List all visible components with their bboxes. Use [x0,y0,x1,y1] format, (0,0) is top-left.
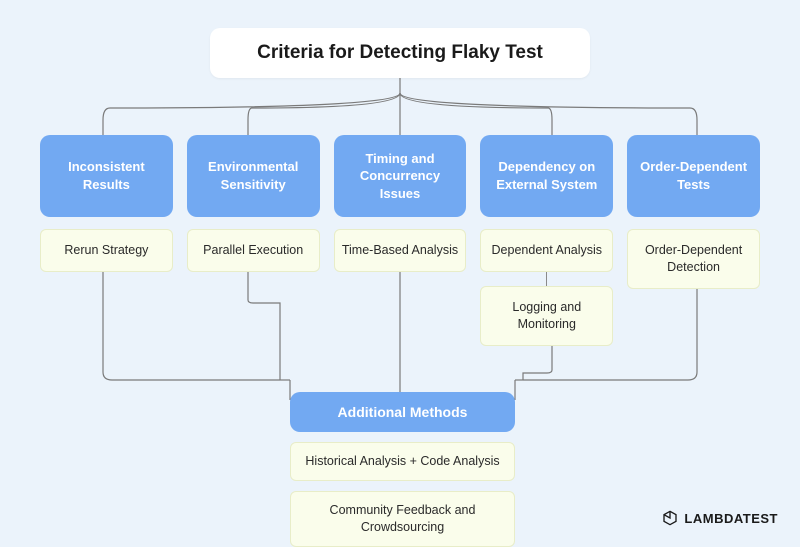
category-box: Dependency on External System [480,135,613,217]
brand-label: LAMBDATEST [684,511,778,526]
column-timing-concurrency: Timing and Concurrency Issues Time-Based… [334,135,467,346]
method-box: Community Feedback and Crowdsourcing [290,491,515,547]
column-order-dependent: Order-Dependent Tests Order-Dependent De… [627,135,760,346]
method-box: Order-Dependent Detection [627,229,760,289]
column-external-dependency: Dependency on External System Dependent … [480,135,613,346]
column-inconsistent-results: Inconsistent Results Rerun Strategy [40,135,173,346]
method-box: Parallel Execution [187,229,320,272]
category-box: Inconsistent Results [40,135,173,217]
connector-line [546,272,547,286]
diagram-title: Criteria for Detecting Flaky Test [210,28,590,78]
method-box: Logging and Monitoring [480,286,613,346]
category-box-additional: Additional Methods [290,392,515,432]
category-box: Timing and Concurrency Issues [334,135,467,217]
column-environmental-sensitivity: Environmental Sensitivity Parallel Execu… [187,135,320,346]
method-box: Dependent Analysis [480,229,613,272]
brand-logo: LAMBDATEST [662,510,778,526]
method-box: Historical Analysis + Code Analysis [290,442,515,481]
method-box: Time-Based Analysis [334,229,467,272]
category-box: Order-Dependent Tests [627,135,760,217]
diagram-canvas: Criteria for Detecting Flaky Test Incons… [0,0,800,542]
category-box: Environmental Sensitivity [187,135,320,217]
method-box: Rerun Strategy [40,229,173,272]
category-row: Inconsistent Results Rerun Strategy Envi… [40,135,760,346]
lambdatest-icon [662,510,678,526]
additional-methods-group: Additional Methods Historical Analysis +… [290,392,515,547]
